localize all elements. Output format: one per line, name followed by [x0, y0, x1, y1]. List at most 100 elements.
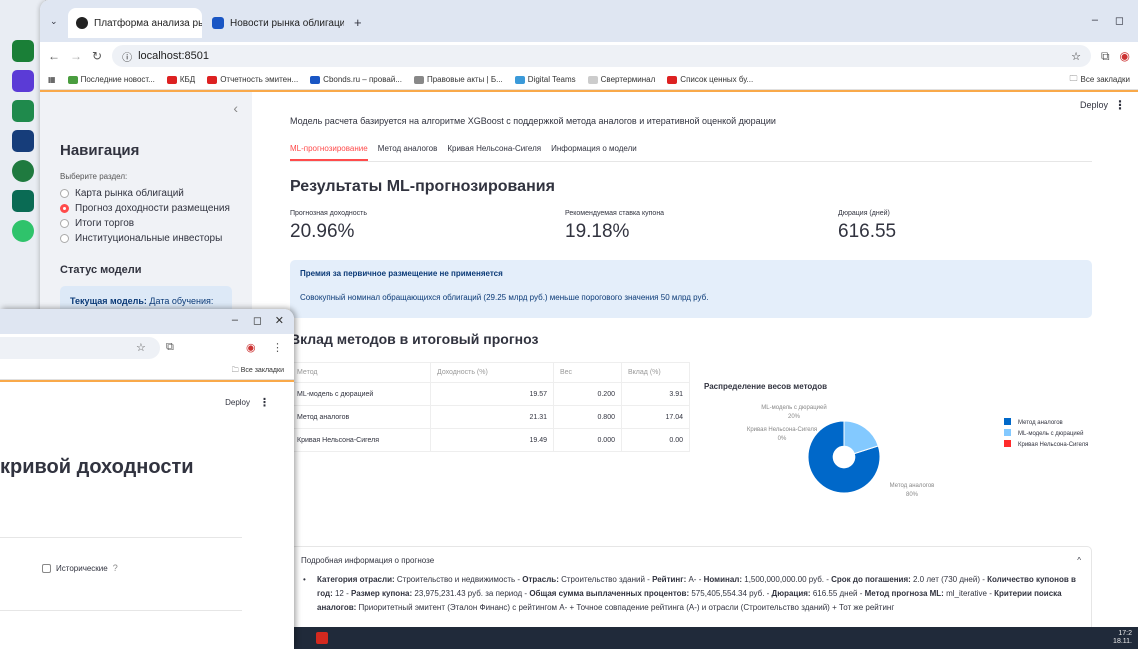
restore-icon[interactable]: ◻ [1115, 14, 1124, 27]
tab-list-icon[interactable]: ⌄ [50, 16, 58, 27]
bookmark-item[interactable]: Правовые акты | Б... [413, 75, 503, 84]
legend-swatch[interactable] [1004, 429, 1011, 436]
help-icon[interactable]: ? [113, 563, 118, 573]
detail-key: Срок до погашения: [831, 575, 911, 584]
extensions-icon[interactable]: ⧉ [1101, 49, 1110, 64]
deploy-button[interactable]: Deploy [225, 398, 250, 407]
app-icon-circle[interactable] [11, 220, 34, 242]
detail-key: Рейтинг: [652, 575, 687, 584]
tab-news[interactable]: Новости рынка облигаций × [204, 8, 344, 38]
streamlit-icon [76, 17, 88, 29]
table-row: Кривая Нельсона-Сигеля 19.49 0.000 0.00 [290, 428, 690, 452]
reload-icon[interactable]: ↻ [92, 49, 102, 63]
detail-key: Размер купона: [350, 589, 413, 598]
overlay-titlebar: – ◻ ✕ [0, 309, 294, 334]
checkbox-label: Исторические [56, 563, 108, 573]
slice-label-pct: 20% [788, 414, 801, 420]
legend-swatch[interactable] [1004, 440, 1011, 447]
browser-menu-icon[interactable]: ⋮ [272, 341, 283, 354]
app-icon-bank[interactable] [11, 190, 34, 212]
detail-value: ml_iterative - [943, 589, 995, 598]
tab-analogs[interactable]: Метод аналогов [378, 144, 438, 161]
historical-checkbox[interactable]: Исторические ? [42, 563, 118, 573]
main-menu-icon[interactable]: ⋮ [259, 396, 270, 409]
details-expander[interactable]: Подробная информация о прогнозе ^ Катего… [290, 546, 1092, 627]
legend-label[interactable]: ML-модель с дюрацией [1018, 430, 1083, 437]
status-title: Статус модели [60, 264, 142, 276]
folder-icon: 🗀 [1069, 73, 1078, 83]
bookmark-star-icon[interactable]: ☆ [136, 341, 146, 354]
profile-icon[interactable]: ◉ [246, 341, 256, 354]
legend-swatch[interactable] [1004, 418, 1011, 425]
app-icon-camera[interactable] [11, 130, 34, 152]
close-window-icon[interactable]: ✕ [275, 314, 284, 327]
tab-ml[interactable]: ML-прогнозирование [290, 144, 368, 161]
app-icon-book[interactable] [11, 100, 34, 122]
app-icon-green[interactable] [11, 40, 34, 62]
metric-yield: Прогнозная доходность 20.96% [290, 210, 368, 242]
minimize-icon[interactable]: – [232, 314, 238, 326]
detail-key: Метод прогноза ML: [864, 589, 944, 598]
bookmark-item[interactable]: Список ценных бу... [667, 75, 753, 84]
pie-svg: Метод аналогов 80% ML-модель с дюрацией 20%… [747, 404, 1089, 498]
all-bookmarks[interactable]: 🗀 Все закладки [1070, 73, 1130, 87]
clock: 17:2 18.11. [1113, 630, 1132, 645]
detail-value: 12 - [332, 589, 351, 598]
all-bookmarks[interactable]: 🗀 Все закладки [232, 366, 284, 377]
bookmark-item[interactable]: Cbonds.ru – провай... [310, 75, 402, 84]
forward-icon[interactable]: → [70, 49, 82, 63]
bookmark-item[interactable]: КБД [166, 75, 195, 84]
new-tab-button[interactable]: + [354, 15, 362, 30]
nav-radio-investors[interactable]: Институциональные инвесторы [60, 233, 222, 244]
tab-label: Новости рынка облигаций [230, 17, 344, 29]
divider [0, 537, 242, 538]
desktop: ⌄ Платформа анализа рынка об × Новости р… [0, 0, 1138, 649]
back-icon[interactable]: ← [48, 49, 60, 63]
tab-nelson-siegel[interactable]: Кривая Нельсона-Сигеля [447, 144, 541, 161]
url-field[interactable]: ⓘ localhost:8501 ☆ [112, 45, 1091, 67]
app-icon-chat[interactable] [11, 160, 34, 182]
main-content: Deploy ⋮ Модель расчета базируется на ал… [252, 92, 1138, 627]
checkbox-box[interactable] [42, 563, 51, 573]
overlay-bookmarks-bar: 🗀 Все закладки [0, 362, 294, 380]
slice-label-name: Метод аналогов [890, 483, 935, 489]
detail-value: 23,975,231.43 руб. за период - [412, 589, 530, 598]
detail-value: 1,500,000,000.00 руб. - [742, 575, 832, 584]
detail-key: Категория отрасли: [317, 575, 395, 584]
nav-radio-map[interactable]: Карта рынка облигаций [60, 188, 184, 199]
bookmark-item[interactable]: Последние новост... [67, 75, 155, 84]
main-menu-icon[interactable]: ⋮ [1114, 98, 1126, 112]
tab-model-info[interactable]: Информация о модели [551, 144, 637, 161]
profile-icon[interactable]: ◉ [1120, 49, 1130, 63]
bookmark-item[interactable]: Свертерминал [587, 75, 655, 84]
minimize-icon[interactable]: – [1092, 14, 1098, 26]
bookmark-item[interactable]: Отчетность эмитен... [207, 75, 298, 84]
bookmark-item[interactable]: Digital Teams [514, 75, 576, 84]
nav-radio-trading[interactable]: Итоги торгов [60, 218, 134, 229]
nav-radio-forecast[interactable]: Прогноз доходности размещения [60, 203, 230, 214]
expander-chevron-icon[interactable]: ^ [1077, 556, 1081, 565]
nav-title: Навигация [60, 142, 140, 159]
slice-label-pct: 80% [906, 492, 919, 498]
folder-icon: 🗀 [231, 367, 239, 374]
detail-key: Дюрация: [771, 589, 811, 598]
extensions-icon[interactable]: ⧉ [166, 341, 174, 354]
app-icon-purple[interactable] [11, 70, 34, 92]
legend-label[interactable]: Кривая Нельсона-Сигеля [1018, 442, 1088, 448]
detail-value: 2.0 лет (730 дней) - [910, 575, 988, 584]
overlay-page: Deploy ⋮ кривой доходности Исторические … [0, 380, 294, 649]
divider [0, 610, 242, 611]
model-description: Модель расчета базируется на алгоритме X… [290, 116, 776, 126]
pdf-app-icon[interactable] [316, 632, 328, 644]
legend-label[interactable]: Метод аналогов [1018, 420, 1063, 426]
apps-grid-icon[interactable]: ▦ [48, 75, 56, 84]
restore-icon[interactable]: ◻ [253, 314, 262, 327]
bookmark-star-icon[interactable]: ☆ [1071, 50, 1081, 63]
info-icon[interactable]: ⓘ [122, 49, 132, 64]
tab-platform[interactable]: Платформа анализа рынка об × [68, 8, 202, 38]
premium-alert: Премия за первичное размещение не примен… [290, 260, 1092, 318]
details-text: Категория отрасли: Строительство и недви… [301, 573, 1081, 615]
collapse-sidebar-icon[interactable]: ‹ [233, 100, 238, 116]
detail-value: A- - [686, 575, 704, 584]
deploy-button[interactable]: Deploy [1080, 100, 1108, 110]
